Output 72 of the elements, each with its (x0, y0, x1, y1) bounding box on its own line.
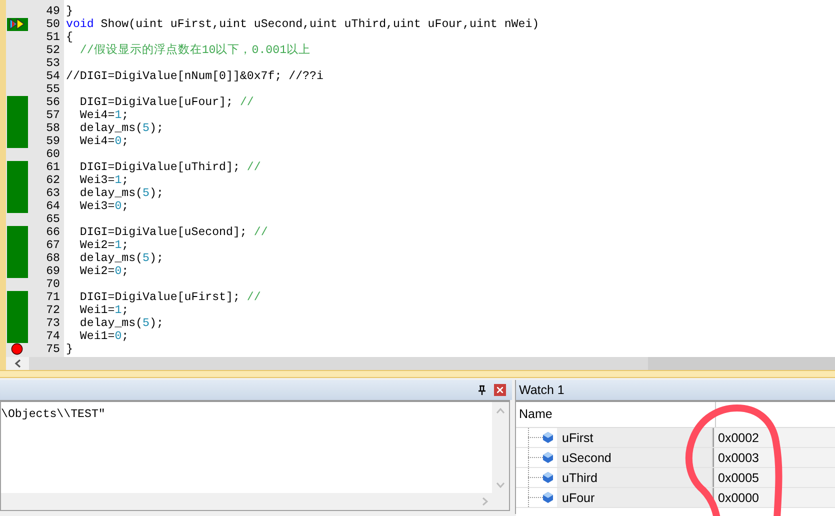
line-number: 49 (45, 5, 61, 18)
scrollbar-thumb[interactable] (29, 357, 649, 370)
code-line: { (65, 31, 73, 44)
variable-icon (543, 472, 553, 483)
variable-value[interactable]: 0x0003 (713, 448, 835, 467)
line-number: 70 (45, 278, 61, 291)
code-line: delay_ms(5); (78, 187, 164, 200)
code-line: Wei3=1; (78, 174, 129, 187)
variable-icon (543, 452, 553, 463)
line-number: 71 (45, 291, 61, 304)
code-line: void Show(uint uFirst,uint uSecond,uint uThird,uint uFour,uint nWei) (65, 18, 540, 31)
column-header[interactable]: Name (516, 402, 716, 427)
variable-value[interactable]: 0x0000 (713, 488, 835, 507)
line-number: 53 (45, 57, 61, 70)
line-number: 55 (45, 83, 61, 96)
line-number: 59 (45, 135, 61, 148)
code-line: delay_ms(5); (78, 317, 164, 330)
variable-name[interactable]: uFirst (557, 428, 713, 447)
line-number: 61 (45, 161, 61, 174)
line-number: 66 (45, 226, 61, 239)
line-number: 73 (45, 317, 61, 330)
line-number: 58 (45, 122, 61, 135)
line-number: 52 (45, 44, 61, 57)
line-number: 65 (45, 213, 61, 226)
close-icon[interactable] (494, 384, 506, 396)
code-line: DIGI=DigiValue[uFirst]; // (78, 291, 261, 304)
line-number: 62 (45, 174, 61, 187)
line-number: 57 (45, 109, 61, 122)
line-number: 51 (45, 31, 61, 44)
code-line: Wei4=1; (78, 109, 129, 122)
line-number: 72 (45, 304, 61, 317)
line-number: 68 (45, 252, 61, 265)
panel-title: Watch 1 (516, 380, 835, 400)
variable-name[interactable]: uThird (557, 468, 713, 487)
code-line: Wei1=0; (78, 330, 129, 343)
code-line: DIGI=DigiValue[uThird]; // (78, 161, 261, 174)
line-number: 69 (45, 265, 61, 278)
variable-name[interactable]: uSecond (557, 448, 713, 467)
code-line: DIGI=DigiValue[uSecond]; // (78, 226, 268, 239)
variable-icon (543, 432, 553, 443)
variable-name[interactable]: uFour (557, 488, 713, 507)
code-line: Wei1=1; (78, 304, 129, 317)
scroll-up-icon[interactable] (496, 408, 505, 414)
code-line: Wei4=0; (78, 135, 129, 148)
code-line: } (65, 5, 73, 18)
horizontal-scrollbar[interactable] (6, 357, 835, 370)
code-line: DIGI=DigiValue[uFour]; // (78, 96, 254, 109)
line-number: 63 (45, 187, 61, 200)
line-number: 50 (45, 18, 61, 31)
line-number: 74 (45, 330, 61, 343)
output-text: \Objects\\TEST" (1, 402, 492, 493)
line-number: 75 (45, 343, 61, 356)
code-line: //DIGI=DigiValue[nNum[0]]&0x7f; //??i (65, 70, 324, 83)
code-line: Wei2=1; (78, 239, 129, 252)
code-line: Wei3=0; (78, 200, 129, 213)
scroll-down-icon[interactable] (496, 482, 505, 488)
line-number: 64 (45, 200, 61, 213)
variable-icon (543, 492, 553, 503)
variable-value[interactable]: 0x0002 (713, 428, 835, 447)
line-number: 67 (45, 239, 61, 252)
code-line: //假设显示的浮点数在10以下，0.001以上 (78, 44, 311, 57)
line-number: 56 (45, 96, 61, 109)
scroll-right-icon[interactable] (482, 497, 488, 506)
code-line: delay_ms(5); (78, 252, 164, 265)
variable-value[interactable]: 0x0005 (713, 468, 835, 487)
code-line: Wei2=0; (78, 265, 129, 278)
code-line: } (65, 343, 73, 356)
scroll-left-icon[interactable] (6, 357, 29, 370)
pin-icon[interactable] (478, 385, 486, 395)
line-number: 54 (45, 70, 61, 83)
line-number: 60 (45, 148, 61, 161)
code-line: delay_ms(5); (78, 122, 164, 135)
